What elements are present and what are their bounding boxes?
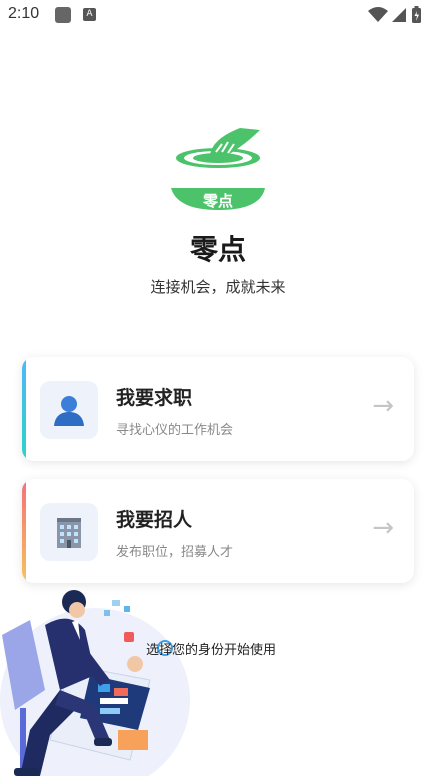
footer-hint: 选择您的身份开始使用 <box>146 643 277 658</box>
job-seeker-description: 寻找心仪的工作机会 <box>116 423 234 438</box>
arrow-right-icon: → <box>372 391 394 421</box>
recruiter-card[interactable]: 我要招人 发布职位，招募人才 → <box>22 479 414 583</box>
person-icon <box>54 396 84 426</box>
arrow-right-icon: → <box>372 513 394 543</box>
office-worker-illustration <box>0 590 190 776</box>
app-notification-icon <box>55 7 71 23</box>
status-icons <box>368 6 421 23</box>
job-seeker-title: 我要求职 <box>116 387 193 409</box>
recruiter-icon-box <box>40 503 98 561</box>
office-building-icon <box>57 518 81 548</box>
app-tagline: 连接机会，成就未来 <box>150 278 286 296</box>
wifi-icon <box>368 7 388 22</box>
job-seeker-icon-box <box>40 381 98 439</box>
recruiter-description: 发布职位，招募人才 <box>116 545 234 560</box>
card-accent-bar <box>22 357 26 461</box>
job-seeker-card[interactable]: 我要求职 寻找心仪的工作机会 → <box>22 357 414 461</box>
signal-icon <box>392 8 406 22</box>
app-title: 零点 <box>189 233 246 266</box>
recruiter-title: 我要招人 <box>116 509 193 531</box>
logo-text: 零点 <box>202 192 233 210</box>
app-logo: 零点 <box>171 128 265 210</box>
status-bar: 2:10 A <box>0 0 436 30</box>
card-accent-bar <box>22 479 26 583</box>
status-time: 2:10 <box>8 5 40 22</box>
notification-a-icon: A <box>83 8 96 21</box>
